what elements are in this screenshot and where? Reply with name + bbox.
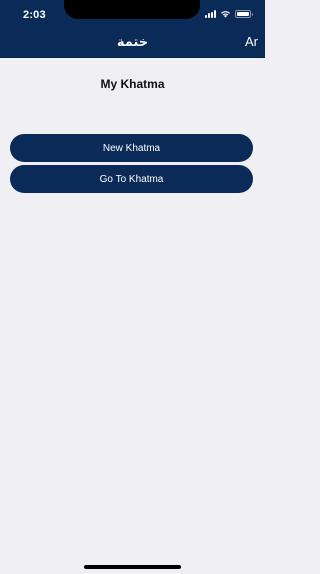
home-indicator [84, 565, 181, 569]
device-notch [64, 0, 200, 19]
status-bar: 2:03 [0, 0, 265, 28]
nav-title: ختمة [116, 34, 149, 49]
battery-icon [235, 10, 253, 18]
status-icons [205, 10, 253, 18]
go-to-khatma-button[interactable]: Go To Khatma [10, 165, 253, 193]
signal-icon [205, 10, 216, 18]
page-heading: My Khatma [100, 77, 165, 91]
language-toggle-button[interactable]: Ar [245, 34, 258, 49]
wifi-icon [221, 11, 230, 18]
navigation-bar: ختمة Ar [0, 28, 265, 58]
new-khatma-button[interactable]: New Khatma [10, 134, 253, 162]
status-time: 2:03 [23, 9, 46, 21]
